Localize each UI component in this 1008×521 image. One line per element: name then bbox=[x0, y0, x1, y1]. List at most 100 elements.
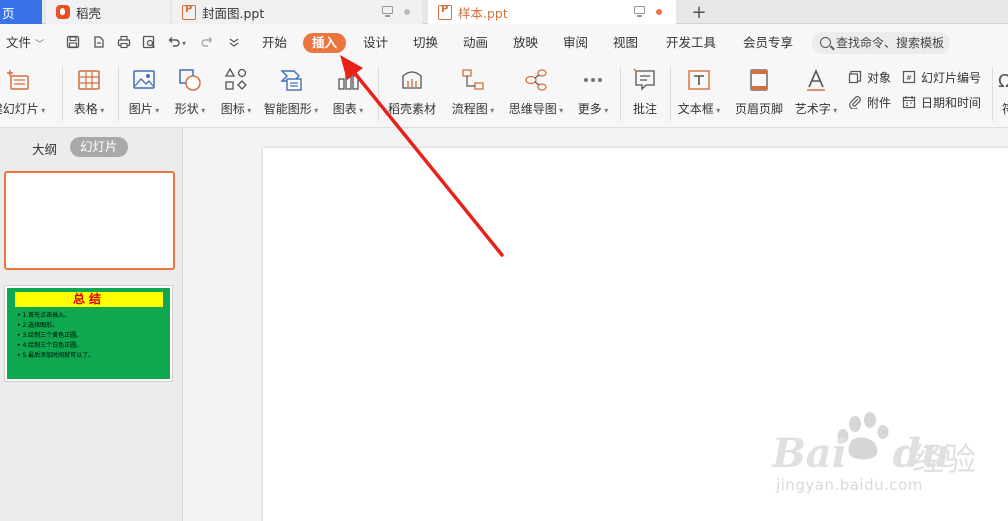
menu-label: 开发工具 bbox=[666, 35, 717, 50]
undo-dropdown-icon[interactable]: ▾ bbox=[182, 34, 186, 54]
picture-button[interactable]: 图片 ▾ bbox=[124, 61, 164, 127]
comment-label: 批注 bbox=[632, 102, 657, 116]
print-preview-icon[interactable] bbox=[142, 35, 156, 49]
ppt-file-icon bbox=[182, 4, 196, 20]
tab-sample-ppt[interactable]: 样本.ppt bbox=[428, 0, 676, 24]
unsaved-dot[interactable] bbox=[656, 9, 662, 15]
wordart-label: 艺术字 ▾ bbox=[794, 102, 838, 116]
symbol-label: 符 bbox=[1001, 102, 1008, 116]
menu-tab-developer[interactable]: 开发工具 bbox=[666, 33, 716, 53]
plus-icon: + bbox=[691, 1, 707, 23]
monitor-icon[interactable] bbox=[634, 6, 645, 17]
header-footer-button[interactable]: 页眉页脚 bbox=[731, 61, 787, 127]
chevron-down-icon: ﹀ bbox=[35, 40, 45, 50]
tab-cover-ppt[interactable]: 封面图.ppt bbox=[172, 0, 422, 24]
textbox-button[interactable]: 文本框 ▾ bbox=[674, 61, 724, 127]
date-time-button[interactable]: 日期和时间 bbox=[902, 92, 981, 112]
wordart-button[interactable]: 艺术字 ▾ bbox=[791, 61, 841, 127]
ppt-file-icon bbox=[438, 4, 452, 20]
tab-sample-label: 样本.ppt bbox=[458, 5, 508, 21]
save-icon[interactable] bbox=[66, 35, 80, 49]
monitor-icon[interactable] bbox=[382, 6, 393, 17]
flowchart-icon bbox=[462, 69, 484, 90]
slide-2-bullet: 2.选择图形。 bbox=[17, 321, 94, 331]
new-slide-button[interactable]: 建幻灯片 ▾ bbox=[0, 61, 46, 127]
table-label: 表格 ▾ bbox=[73, 102, 105, 116]
smart-graphic-icon bbox=[280, 70, 302, 91]
shape-label: 形状 ▾ bbox=[174, 102, 206, 116]
watermark-jingyan: 经验 bbox=[912, 440, 977, 478]
smart-graphic-button[interactable]: 智能图形 ▾ bbox=[261, 61, 321, 127]
divider bbox=[62, 67, 63, 121]
textbox-label: 文本框 ▾ bbox=[677, 102, 721, 116]
divider bbox=[378, 67, 379, 121]
search-placeholder: 查找命令、搜索模板 bbox=[836, 36, 945, 50]
menu-tab-member[interactable]: 会员专享 bbox=[743, 33, 793, 53]
slide-2-bullet: 5.最后添加时间就可以了。 bbox=[17, 351, 94, 361]
menu-label: 会员专享 bbox=[743, 35, 794, 50]
calendar-icon bbox=[902, 96, 916, 109]
outline-tab[interactable]: 大纲 bbox=[32, 139, 57, 158]
menu-tab-start[interactable]: 开始 bbox=[262, 33, 287, 53]
output-pdf-icon[interactable] bbox=[92, 35, 106, 49]
object-button[interactable]: 对象 bbox=[848, 67, 891, 87]
shape-button[interactable]: 形状 ▾ bbox=[169, 61, 211, 127]
menu-tab-design[interactable]: 设计 bbox=[363, 33, 388, 53]
comment-button[interactable]: 批注 bbox=[626, 61, 664, 127]
add-tab-button[interactable]: + bbox=[682, 0, 716, 24]
slide-thumbnail-2[interactable]: 总结 1.首先点击插入。 2.选择图形。 3.绘制三个黄色正圆。 4.绘制三个白… bbox=[4, 285, 173, 382]
comment-icon bbox=[633, 68, 655, 91]
daoke-material-button[interactable]: 稻壳素材 bbox=[384, 61, 440, 127]
slide-2-bullet: 4.绘制三个白色正圆。 bbox=[17, 341, 94, 351]
tab-bar: 页 稻壳 封面图.ppt 样本.ppt + bbox=[0, 0, 1008, 24]
more-label: 更多 ▾ bbox=[577, 102, 609, 116]
flowchart-label: 流程图 ▾ bbox=[451, 102, 495, 116]
more-button[interactable]: 更多 ▾ bbox=[574, 61, 612, 127]
slide-2-bullet-list: 1.首先点击插入。 2.选择图形。 3.绘制三个黄色正圆。 4.绘制三个白色正圆… bbox=[17, 311, 94, 361]
symbol-button[interactable]: Ω 符 bbox=[998, 61, 1008, 127]
menu-bar: 文件 ﹀ ▾ 开始 插入 设计 切换 动画 放映 审阅 视图 开发工具 会员专享… bbox=[0, 24, 1008, 61]
menu-tab-animation[interactable]: 动画 bbox=[463, 33, 488, 53]
divider bbox=[118, 67, 119, 121]
undo-icon[interactable] bbox=[167, 35, 181, 49]
divider bbox=[670, 67, 671, 121]
daoke-logo-icon bbox=[56, 5, 70, 19]
divider bbox=[620, 67, 621, 121]
new-slide-label: 建幻灯片 ▾ bbox=[0, 102, 46, 116]
table-button[interactable]: 表格 ▾ bbox=[66, 61, 112, 127]
slide-2-title: 总结 bbox=[15, 292, 163, 307]
slide-thumbnail-1[interactable] bbox=[4, 171, 175, 270]
menu-tab-slideshow[interactable]: 放映 bbox=[513, 33, 538, 53]
slide-number-button[interactable]: # 幻灯片编号 bbox=[902, 67, 981, 87]
tab-home-label: 页 bbox=[2, 5, 15, 21]
file-menu[interactable]: 文件 ﹀ bbox=[6, 33, 44, 53]
attachment-button[interactable]: 附件 bbox=[848, 92, 891, 112]
menu-tab-view[interactable]: 视图 bbox=[613, 33, 638, 53]
flowchart-button[interactable]: 流程图 ▾ bbox=[448, 61, 498, 127]
tab-daoke-label: 稻壳 bbox=[76, 5, 102, 21]
tab-daoke[interactable]: 稻壳 bbox=[46, 0, 170, 24]
tab-home[interactable]: 页 bbox=[0, 0, 42, 24]
print-icon[interactable] bbox=[117, 35, 131, 49]
icon-button[interactable]: 图标 ▾ bbox=[216, 61, 256, 127]
symbol-icon: Ω bbox=[998, 71, 1008, 92]
tab-status-dot[interactable] bbox=[404, 9, 410, 15]
table-icon bbox=[78, 70, 100, 90]
menu-tab-transition[interactable]: 切换 bbox=[413, 33, 438, 53]
redo-icon[interactable] bbox=[200, 35, 214, 49]
more-dots-icon bbox=[584, 78, 602, 82]
slide-2-bullet: 1.首先点击插入。 bbox=[17, 311, 94, 321]
menu-tab-review[interactable]: 审阅 bbox=[563, 33, 588, 53]
object-label: 对象 bbox=[867, 70, 892, 85]
slide-2-bullet: 3.绘制三个黄色正圆。 bbox=[17, 331, 94, 341]
chart-button[interactable]: 图表 ▾ bbox=[328, 61, 368, 127]
mindmap-button[interactable]: 思维导图 ▾ bbox=[505, 61, 567, 127]
slides-tab[interactable]: 幻灯片 bbox=[70, 137, 128, 157]
menu-label: 设计 bbox=[363, 35, 389, 50]
command-search-input[interactable]: 查找命令、搜索模板 bbox=[812, 32, 950, 54]
divider bbox=[992, 67, 993, 121]
customize-chevron-icon[interactable] bbox=[227, 35, 241, 49]
header-footer-label: 页眉页脚 bbox=[734, 102, 783, 116]
menu-tab-insert[interactable]: 插入 bbox=[303, 33, 347, 53]
slides-tab-label: 幻灯片 bbox=[80, 139, 118, 154]
